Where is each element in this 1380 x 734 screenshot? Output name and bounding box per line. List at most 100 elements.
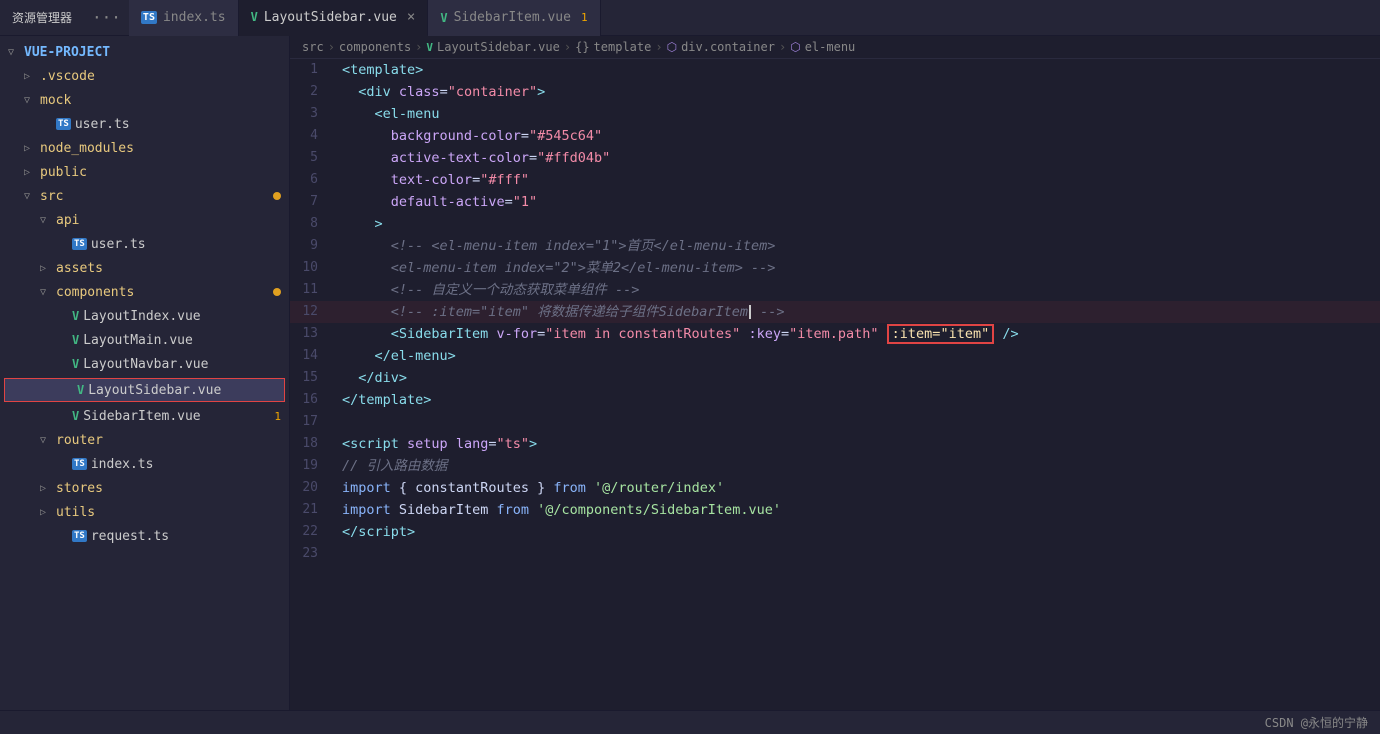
file-explorer: ▽ VUE-PROJECT ▷ .vscode ▽ mock TS user.t… (0, 36, 290, 710)
code-line-12: 12 <!-- :item="item" 将数据传递给子组件SidebarIte… (290, 301, 1380, 323)
line-content: default-active="1" (334, 191, 1380, 213)
line-content: </el-menu> (334, 345, 1380, 367)
folder-assets[interactable]: ▷ assets (0, 256, 289, 280)
modified-dot (273, 288, 281, 296)
folder-vscode[interactable]: ▷ .vscode (0, 64, 289, 88)
folder-name: node_modules (40, 141, 134, 156)
line-content: <!-- 自定义一个动态获取菜单组件 --> (334, 279, 1380, 301)
tab-layout-sidebar[interactable]: V LayoutSidebar.vue × (239, 0, 429, 36)
code-line-23: 23 (290, 543, 1380, 565)
vue-icon: V (72, 357, 79, 371)
code-line-7: 7 default-active="1" (290, 191, 1380, 213)
file-router-index[interactable]: TS index.ts (0, 452, 289, 476)
tab-label-index: index.ts (163, 10, 226, 25)
line-content: import SidebarItem from '@/components/Si… (334, 499, 1380, 521)
more-options[interactable]: ··· (84, 8, 129, 27)
folder-src[interactable]: ▽ src (0, 184, 289, 208)
editor-area: src › components › V LayoutSidebar.vue ›… (290, 36, 1380, 710)
file-name: user.ts (75, 117, 130, 132)
line-content (334, 411, 1380, 433)
main-area: ▽ VUE-PROJECT ▷ .vscode ▽ mock TS user.t… (0, 36, 1380, 710)
code-line-17: 17 (290, 411, 1380, 433)
line-number: 17 (290, 411, 334, 433)
expand-arrow: ▽ (40, 215, 56, 226)
code-line-4: 4 background-color="#545c64" (290, 125, 1380, 147)
project-root[interactable]: ▽ VUE-PROJECT (0, 40, 289, 64)
folder-name: router (56, 433, 103, 448)
folder-name: src (40, 189, 63, 204)
code-line-9: 9 <!-- <el-menu-item index="1">首页</el-me… (290, 235, 1380, 257)
sep: › (564, 40, 571, 54)
folder-stores[interactable]: ▷ stores (0, 476, 289, 500)
folder-utils[interactable]: ▷ utils (0, 500, 289, 524)
file-name: SidebarItem.vue (83, 409, 200, 424)
code-line-20: 20 import { constantRoutes } from '@/rou… (290, 477, 1380, 499)
expand-arrow: ▽ (40, 287, 56, 298)
line-number: 13 (290, 323, 334, 345)
breadcrumb-src: src (302, 40, 324, 54)
file-sidebar-item[interactable]: V SidebarItem.vue 1 (0, 404, 289, 428)
breadcrumb-template-brace: {} (575, 40, 589, 54)
file-api-user-ts[interactable]: TS user.ts (0, 232, 289, 256)
line-number: 14 (290, 345, 334, 367)
vue-icon-sidebaritem: V (440, 11, 447, 25)
file-mock-user-ts[interactable]: TS user.ts (0, 112, 289, 136)
folder-name: public (40, 165, 87, 180)
box-icon-2: ⬡ (790, 40, 800, 54)
folder-components[interactable]: ▽ components (0, 280, 289, 304)
tab-sidebar-item[interactable]: V SidebarItem.vue 1 (428, 0, 600, 36)
tab-label-sidebar: LayoutSidebar.vue (264, 10, 397, 25)
folder-api[interactable]: ▽ api (0, 208, 289, 232)
line-content: <el-menu (334, 103, 1380, 125)
folder-router[interactable]: ▽ router (0, 428, 289, 452)
line-content: <el-menu-item index="2">菜单2</el-menu-ite… (334, 257, 1380, 279)
expand-arrow: ▷ (24, 71, 40, 82)
expand-arrow: ▷ (24, 167, 40, 178)
code-line-8: 8 > (290, 213, 1380, 235)
code-line-2: 2 <div class="container"> (290, 81, 1380, 103)
tab-label-sidebaritem: SidebarItem.vue (454, 10, 571, 25)
folder-mock[interactable]: ▽ mock (0, 88, 289, 112)
code-line-18: 18 <script setup lang="ts"> (290, 433, 1380, 455)
file-tree: ▽ VUE-PROJECT ▷ .vscode ▽ mock TS user.t… (0, 36, 289, 552)
expand-arrow: ▷ (40, 507, 56, 518)
folder-public[interactable]: ▷ public (0, 160, 289, 184)
breadcrumb-file: LayoutSidebar.vue (437, 40, 560, 54)
line-number: 11 (290, 279, 334, 301)
folder-node-modules[interactable]: ▷ node_modules (0, 136, 289, 160)
tab-index-ts[interactable]: TS index.ts (129, 0, 239, 36)
line-number: 7 (290, 191, 334, 213)
line-number: 19 (290, 455, 334, 477)
file-layout-index[interactable]: V LayoutIndex.vue (0, 304, 289, 328)
line-number: 15 (290, 367, 334, 389)
breadcrumb-el-menu: el-menu (805, 40, 856, 54)
expand-arrow: ▽ (24, 191, 40, 202)
file-layout-main[interactable]: V LayoutMain.vue (0, 328, 289, 352)
vue-icon: V (72, 309, 79, 323)
line-number: 18 (290, 433, 334, 455)
file-badge: 1 (274, 410, 281, 423)
line-content: </div> (334, 367, 1380, 389)
expand-arrow: ▷ (40, 263, 56, 274)
vue-icon-sidebar: V (251, 10, 258, 24)
line-number: 5 (290, 147, 334, 169)
sep: › (415, 40, 422, 54)
line-number: 12 (290, 301, 334, 323)
bottom-bar-text: CSDN @永恒的宁静 (1265, 714, 1368, 731)
explorer-title: 资源管理器 (0, 9, 84, 26)
file-request-ts[interactable]: TS request.ts (0, 524, 289, 548)
code-line-13: 13 <SidebarItem v-for="item in constantR… (290, 323, 1380, 345)
ts-icon: TS (141, 11, 157, 24)
ts-icon: TS (72, 530, 87, 542)
line-content: import { constantRoutes } from '@/router… (334, 477, 1380, 499)
tab-badge: 1 (581, 11, 588, 24)
line-content: <!-- <el-menu-item index="1">首页</el-menu… (334, 235, 1380, 257)
close-icon[interactable]: × (407, 9, 415, 25)
file-layout-navbar[interactable]: V LayoutNavbar.vue (0, 352, 289, 376)
file-layout-sidebar[interactable]: V LayoutSidebar.vue (4, 378, 285, 402)
code-line-5: 5 active-text-color="#ffd04b" (290, 147, 1380, 169)
code-editor[interactable]: 1 <template> 2 <div class="container"> 3… (290, 59, 1380, 710)
file-name: LayoutIndex.vue (83, 309, 200, 324)
file-name: request.ts (91, 529, 169, 544)
ts-icon: TS (72, 238, 87, 250)
